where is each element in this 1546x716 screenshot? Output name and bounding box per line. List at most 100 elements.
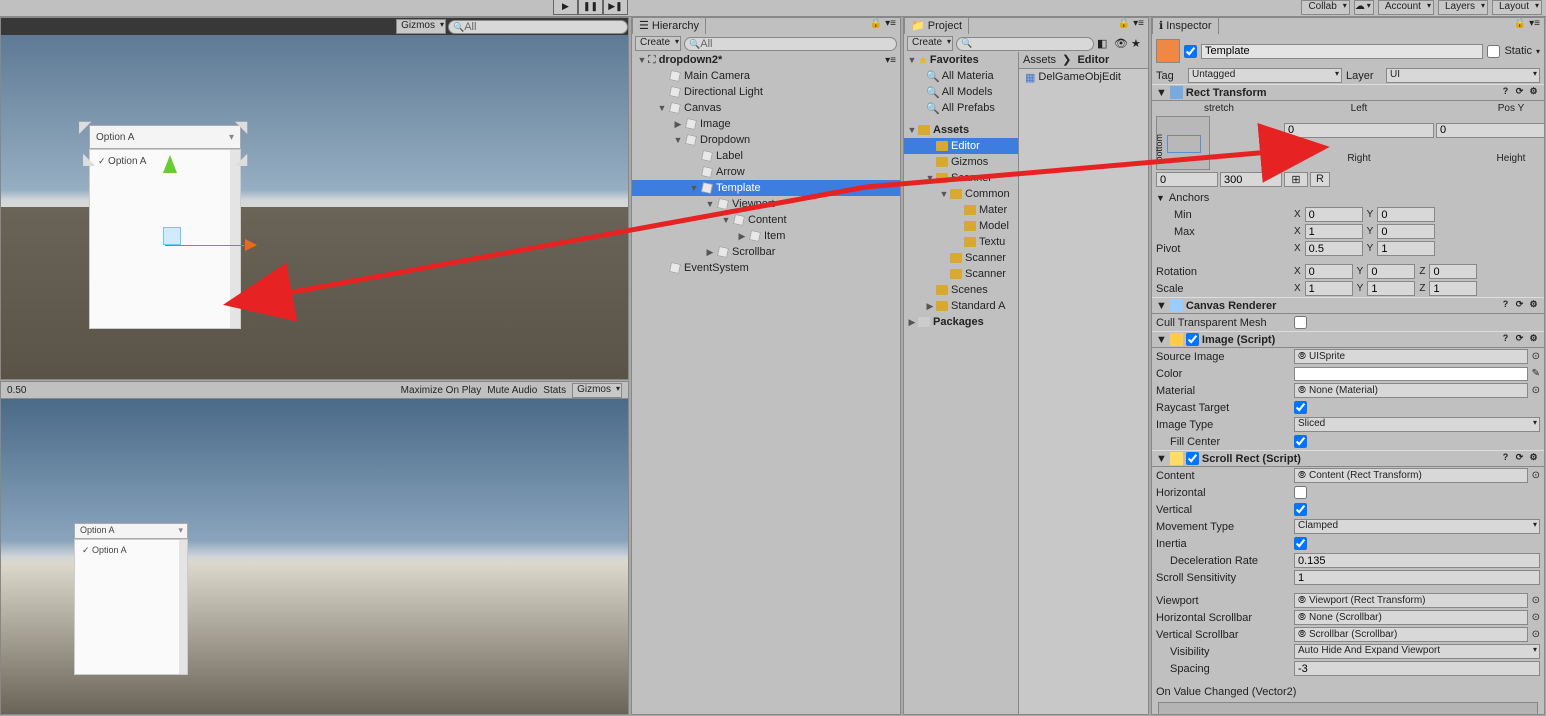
gameobject-active-toggle[interactable] — [1184, 45, 1197, 58]
object-picker-icon[interactable]: ⊙ — [1532, 385, 1540, 396]
object-picker-icon[interactable]: ⊙ — [1532, 629, 1540, 640]
hierarchy-item[interactable]: ▶Scrollbar — [632, 244, 900, 260]
anchor-max-y[interactable] — [1377, 224, 1435, 239]
object-picker-icon[interactable]: ⊙ — [1532, 351, 1540, 362]
object-picker-icon[interactable]: ⊙ — [1532, 612, 1540, 623]
right-field[interactable] — [1156, 172, 1218, 187]
project-folder[interactable]: Gizmos — [904, 154, 1018, 170]
layer-dropdown[interactable]: UI — [1386, 68, 1540, 83]
movement-type-dropdown[interactable]: Clamped — [1294, 519, 1540, 534]
static-dropdown-icon[interactable]: ▾ — [1536, 47, 1540, 56]
project-folder[interactable]: Editor — [904, 138, 1018, 154]
blueprint-button[interactable]: ⊞ — [1284, 172, 1308, 187]
vscrollbar-field[interactable]: Scrollbar (Scrollbar) — [1294, 627, 1528, 642]
component-menu-icon[interactable]: ⚙ — [1527, 86, 1540, 99]
left-field[interactable] — [1284, 123, 1434, 138]
hierarchy-item[interactable]: ▼Canvas — [632, 100, 900, 116]
scroll-sensitivity-field[interactable] — [1294, 570, 1540, 585]
hierarchy-item[interactable]: Main Camera — [632, 68, 900, 84]
project-folder[interactable]: Model — [904, 218, 1018, 234]
static-toggle[interactable] — [1487, 45, 1500, 58]
hierarchy-tab[interactable]: ☰ Hierarchy — [632, 17, 706, 34]
project-folder[interactable]: ▶Standard A — [904, 298, 1018, 314]
height-field[interactable] — [1220, 172, 1282, 187]
game-view[interactable]: Option A Option A — [1, 399, 628, 714]
component-preset-icon[interactable]: ⟳ — [1513, 86, 1526, 99]
project-breadcrumb[interactable]: Assets ❯ Editor — [1019, 52, 1148, 69]
collab-dropdown[interactable]: Collab — [1301, 0, 1349, 15]
project-folder[interactable]: Scanner — [904, 250, 1018, 266]
hierarchy-scene-row[interactable]: ▼⛶dropdown2*▾≡ — [632, 52, 900, 68]
hscrollbar-field[interactable]: None (Scrollbar) — [1294, 610, 1528, 625]
rotation-z[interactable] — [1429, 264, 1477, 279]
play-button[interactable]: ▶ — [553, 0, 578, 15]
component-help-icon[interactable]: ? — [1499, 452, 1512, 465]
hierarchy-item[interactable]: EventSystem — [632, 260, 900, 276]
project-asset-list[interactable]: Assets ❯ Editor ▦DelGameObjEdit — [1018, 52, 1148, 714]
scene-view[interactable]: Option A Option A ◤ ◥ ◣ ◢ — [1, 35, 628, 379]
material-field[interactable]: None (Material) — [1294, 383, 1528, 398]
project-assets[interactable]: ▼Assets — [904, 122, 1018, 138]
inertia-toggle[interactable] — [1294, 537, 1307, 550]
maximize-on-play[interactable]: Maximize On Play — [401, 385, 482, 396]
anchor-min-y[interactable] — [1377, 207, 1435, 222]
pause-button[interactable]: ❚❚ — [578, 0, 603, 15]
project-icon1[interactable]: ◧ — [1097, 37, 1111, 51]
raycast-toggle[interactable] — [1294, 401, 1307, 414]
spacing-field[interactable] — [1294, 661, 1540, 676]
scale-z[interactable] — [1429, 281, 1477, 296]
hierarchy-item[interactable]: ▼Content — [632, 212, 900, 228]
hierarchy-item[interactable]: Arrow — [632, 164, 900, 180]
hierarchy-item[interactable]: ▼Template — [632, 180, 900, 196]
event-list[interactable] — [1158, 702, 1538, 714]
component-preset-icon[interactable]: ⟳ — [1513, 333, 1526, 346]
project-filter[interactable]: 🔍All Models — [904, 84, 1018, 100]
foldout-icon[interactable]: ▼ — [1156, 334, 1167, 346]
hierarchy-item[interactable]: ▶Item — [632, 228, 900, 244]
hierarchy-item[interactable]: ▼Viewport — [632, 196, 900, 212]
scroll-rect-header[interactable]: ▼ Scroll Rect (Script) ?⟳⚙ — [1152, 450, 1544, 467]
layout-dropdown[interactable]: Layout — [1492, 0, 1542, 15]
scale-y[interactable] — [1367, 281, 1415, 296]
step-button[interactable]: ▶❚ — [603, 0, 628, 15]
project-tab[interactable]: 📁 Project — [904, 17, 969, 34]
project-search[interactable]: 🔍 — [956, 37, 1094, 51]
project-asset-item[interactable]: ▦DelGameObjEdit — [1019, 69, 1148, 85]
hierarchy-search[interactable]: 🔍All — [684, 37, 897, 51]
project-filter[interactable]: 🔍All Prefabs — [904, 100, 1018, 116]
scale-x[interactable] — [1305, 281, 1353, 296]
component-help-icon[interactable]: ? — [1499, 299, 1512, 312]
project-folder[interactable]: ▼Scanner — [904, 170, 1018, 186]
content-field[interactable]: Content (Rect Transform) — [1294, 468, 1528, 483]
anchors-foldout[interactable]: ▼ — [1156, 193, 1165, 203]
hierarchy-item[interactable]: ▶Image — [632, 116, 900, 132]
project-folder[interactable]: Scenes — [904, 282, 1018, 298]
project-filter[interactable]: 🔍All Materia — [904, 68, 1018, 84]
hierarchy-item[interactable]: Directional Light — [632, 84, 900, 100]
foldout-icon[interactable]: ▼ — [1156, 300, 1167, 312]
object-picker-icon[interactable]: ⊙ — [1532, 595, 1540, 606]
anchor-preset-button[interactable] — [1156, 116, 1210, 170]
component-menu-icon[interactable]: ⚙ — [1527, 452, 1540, 465]
rect-transform-header[interactable]: ▼ Rect Transform ?⟳⚙ — [1152, 84, 1544, 101]
hierarchy-tree[interactable]: ▼⛶dropdown2*▾≡Main CameraDirectional Lig… — [632, 52, 900, 714]
project-folder[interactable]: Textu — [904, 234, 1018, 250]
component-help-icon[interactable]: ? — [1499, 333, 1512, 346]
posy-field[interactable] — [1436, 123, 1544, 138]
scene-gizmos-toggle[interactable]: Gizmos — [396, 19, 446, 34]
gameobject-icon[interactable] — [1156, 39, 1180, 63]
project-folder-tree[interactable]: ▼★Favorites🔍All Materia🔍All Models🔍All P… — [904, 52, 1018, 330]
anchor-min-x[interactable] — [1305, 207, 1363, 222]
pivot-x[interactable] — [1305, 241, 1363, 256]
project-packages[interactable]: ▶Packages — [904, 314, 1018, 330]
foldout-icon[interactable]: ▼ — [1156, 453, 1167, 465]
tag-dropdown[interactable]: Untagged — [1188, 68, 1342, 83]
project-icon2[interactable]: 👁 — [1114, 37, 1128, 51]
gameobject-name-field[interactable] — [1201, 44, 1483, 59]
component-preset-icon[interactable]: ⟳ — [1513, 452, 1526, 465]
pivot-y[interactable] — [1377, 241, 1435, 256]
project-folder[interactable]: ▼Common — [904, 186, 1018, 202]
account-dropdown[interactable]: Account — [1378, 0, 1434, 15]
raw-edit-button[interactable]: R — [1310, 172, 1330, 187]
component-menu-icon[interactable]: ⚙ — [1527, 333, 1540, 346]
